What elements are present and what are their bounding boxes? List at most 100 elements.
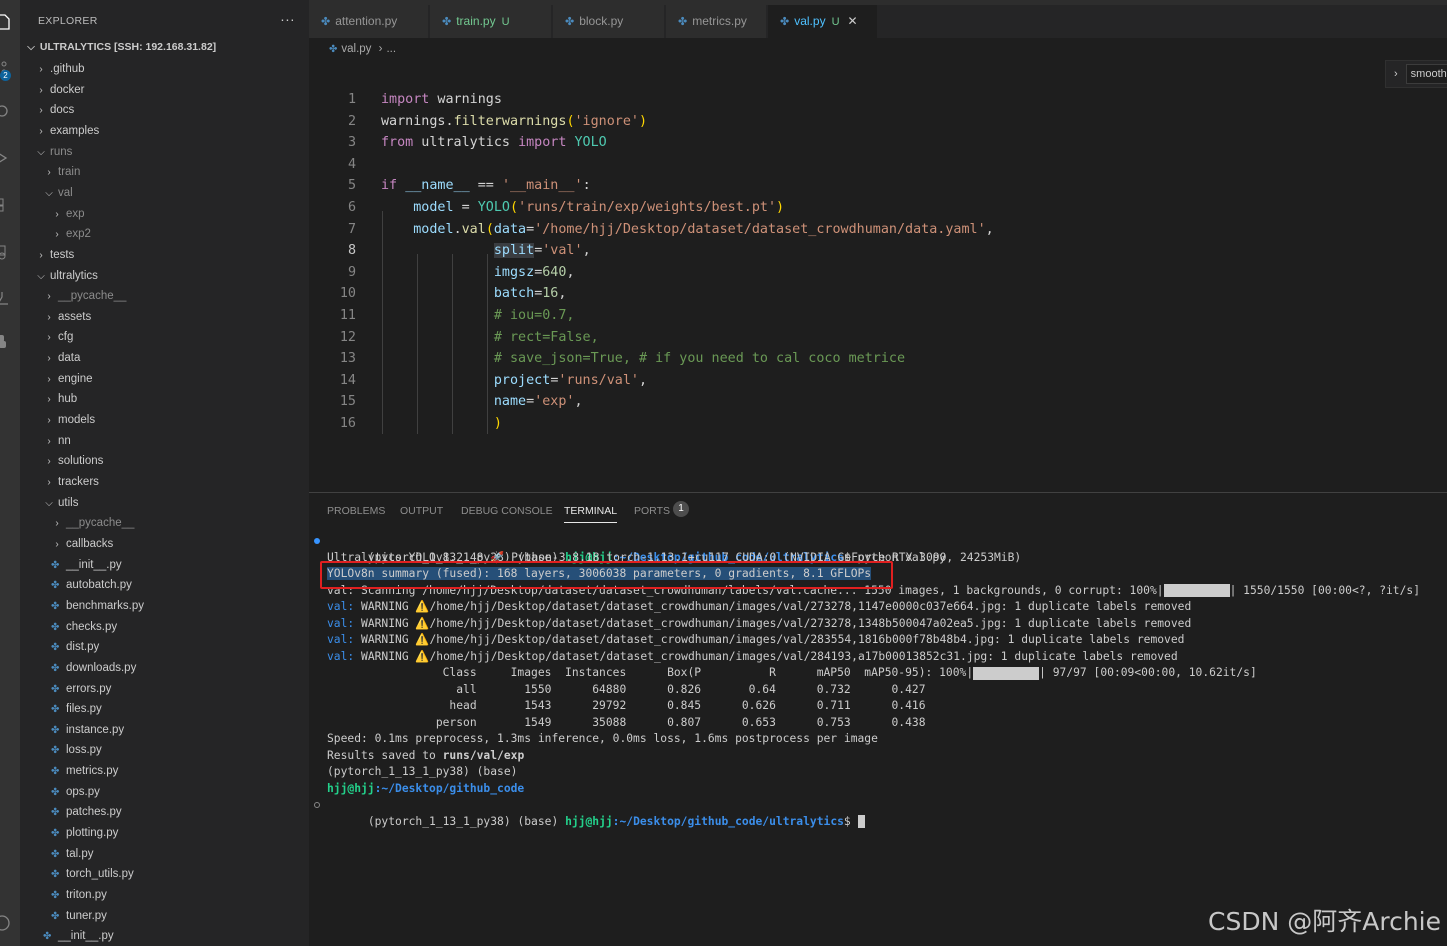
- folder-item[interactable]: › examples: [20, 121, 99, 141]
- chevron-right-icon: ›: [55, 229, 59, 241]
- folder-item[interactable]: › cfg: [20, 327, 73, 347]
- folder-item[interactable]: › callbacks: [20, 534, 113, 554]
- tab-block[interactable]: ✤ block.py: [553, 5, 665, 38]
- folder-item[interactable]: › tests: [20, 245, 74, 265]
- chevron-right-icon: ›: [47, 477, 51, 488]
- file-item[interactable]: ✤ autobatch.py: [20, 575, 132, 595]
- panel-tab-ports[interactable]: PORTS: [634, 503, 670, 523]
- tree-item-label: patches.py: [66, 806, 122, 819]
- panel-tab-terminal[interactable]: TERMINAL: [564, 503, 618, 523]
- file-item[interactable]: ✤ loss.py: [20, 740, 102, 760]
- file-item[interactable]: ✤ downloads.py: [20, 658, 136, 678]
- folder-item[interactable]: › .github: [20, 59, 84, 79]
- line-number: 3: [347, 135, 356, 151]
- activity-bar: 2: [0, 0, 20, 946]
- python-icon[interactable]: [0, 333, 20, 355]
- extensions-icon[interactable]: [0, 196, 20, 218]
- tree-item-label: checks.py: [66, 620, 118, 633]
- folder-item[interactable]: ⌵ utils: [20, 493, 78, 513]
- tab-train[interactable]: ✤ train.py U: [430, 5, 552, 38]
- folder-item[interactable]: ⌵ runs: [20, 142, 72, 162]
- chevron-right-icon: ›: [47, 167, 51, 179]
- chevron-right-icon: ›: [39, 84, 43, 96]
- python-file-icon: ✤: [51, 704, 60, 716]
- close-icon[interactable]: ✕: [848, 14, 858, 28]
- chevron-right-icon: ›: [47, 394, 51, 406]
- folder-item[interactable]: › train: [20, 162, 80, 182]
- current-prompt-line[interactable]: (pytorch_1_13_1_py38) (base) hjj@hjj:~/D…: [314, 797, 865, 828]
- folder-item[interactable]: › exp2: [20, 224, 91, 244]
- python-file-icon: ✤: [51, 828, 60, 840]
- panel-tab-debug-console[interactable]: DEBUG CONSOLE: [461, 503, 553, 523]
- folder-item[interactable]: › hub: [20, 389, 77, 409]
- file-item[interactable]: ✤ instance.py: [20, 720, 124, 740]
- folder-item[interactable]: › __pycache__: [20, 513, 134, 533]
- tree-item-label: torch_utils.py: [66, 868, 134, 881]
- tab-metrics[interactable]: ✤ metrics.py: [666, 5, 767, 38]
- tab-label: val.py: [794, 14, 826, 28]
- file-item[interactable]: ✤ patches.py: [20, 802, 122, 822]
- file-item[interactable]: ✤ triton.py: [20, 885, 107, 905]
- panel-tab-problems[interactable]: PROBLEMS: [327, 503, 385, 523]
- folder-item[interactable]: › solutions: [20, 451, 103, 471]
- tab-attention[interactable]: ✤ attention.py: [309, 5, 429, 38]
- folder-item[interactable]: › __pycache__: [20, 286, 126, 306]
- file-item[interactable]: ✤ __init__.py: [20, 926, 114, 946]
- code-line-3: from ultralytics import YOLO: [381, 135, 607, 151]
- line-number: 1: [347, 92, 356, 107]
- code-editor[interactable]: 1 2 3 4 5 6 7 8 9 10 11 12 13 14 15 16 import warnings …: [309, 60, 1447, 492]
- file-item[interactable]: ✤ ops.py: [20, 782, 100, 802]
- run-debug-icon[interactable]: [0, 150, 20, 172]
- chevron-right-icon: ›: [39, 105, 43, 117]
- file-item[interactable]: ✤ tal.py: [20, 844, 94, 864]
- folder-item[interactable]: › docker: [20, 80, 84, 100]
- account-icon[interactable]: [0, 915, 20, 937]
- breadcrumb-file[interactable]: val.py: [341, 43, 371, 55]
- line-number: 14: [339, 372, 356, 388]
- file-item[interactable]: ✤ files.py: [20, 699, 102, 719]
- file-item[interactable]: ✤ dist.py: [20, 637, 99, 657]
- folder-item[interactable]: › models: [20, 410, 95, 430]
- file-item[interactable]: ✤ checks.py: [20, 617, 117, 637]
- python-file-icon: ✤: [51, 559, 60, 571]
- folder-item[interactable]: › data: [20, 348, 80, 368]
- workspace-root[interactable]: ⌵ ULTRALYTICS [SSH: 192.168.31.82]: [20, 41, 216, 57]
- python-file-icon: ✤: [51, 580, 60, 592]
- search-icon[interactable]: [0, 103, 20, 125]
- explorer-title: EXPLORER: [38, 15, 98, 27]
- folder-item[interactable]: ⌵ ultralytics: [20, 266, 98, 286]
- minimap-label[interactable]: smooth: [1405, 64, 1447, 84]
- line-number: 12: [339, 329, 356, 345]
- folder-item[interactable]: › assets: [20, 307, 91, 327]
- code-line-16: ): [493, 416, 502, 431]
- tab-val[interactable]: ✤ val.py U ✕: [768, 5, 878, 38]
- tree-item-label: exp2: [66, 228, 91, 241]
- terminal[interactable]: (pytorch_1_13_1_py38) (base) hjj@hjj:~/D…: [314, 533, 1437, 943]
- command-success-dot-icon: [314, 538, 320, 544]
- file-item[interactable]: ✤ benchmarks.py: [20, 596, 144, 616]
- file-item[interactable]: ✤ __init__.py: [20, 555, 122, 575]
- file-item[interactable]: ✤ plotting.py: [20, 823, 118, 843]
- folder-item[interactable]: › trackers: [20, 472, 99, 492]
- minimap-overlay[interactable]: › smooth: [1385, 60, 1447, 88]
- python-file-icon: ✤: [51, 910, 60, 922]
- folder-item[interactable]: › engine: [20, 369, 92, 389]
- folder-item[interactable]: › exp: [20, 204, 84, 224]
- folder-item[interactable]: ⌵ val: [20, 183, 73, 203]
- more-actions-icon[interactable]: ···: [280, 11, 295, 27]
- panel-tab-output[interactable]: OUTPUT: [400, 503, 443, 523]
- remote-explorer-icon[interactable]: [0, 244, 20, 266]
- file-item[interactable]: ✤ tuner.py: [20, 906, 107, 926]
- code-line-8: split='val',: [493, 243, 591, 259]
- tree-item-label: __pycache__: [58, 290, 127, 303]
- testing-icon[interactable]: [0, 290, 20, 312]
- watermark: CSDN @阿齐Archie: [1208, 907, 1441, 936]
- file-item[interactable]: ✤ torch_utils.py: [20, 864, 134, 884]
- folder-item[interactable]: › nn: [20, 431, 70, 451]
- folder-item[interactable]: › docs: [20, 100, 74, 120]
- chevron-right-icon: ›: [47, 373, 51, 385]
- file-item[interactable]: ✤ errors.py: [20, 679, 111, 699]
- explorer-icon[interactable]: [0, 14, 20, 36]
- breadcrumb-rest[interactable]: ...: [386, 43, 396, 55]
- file-item[interactable]: ✤ metrics.py: [20, 761, 118, 781]
